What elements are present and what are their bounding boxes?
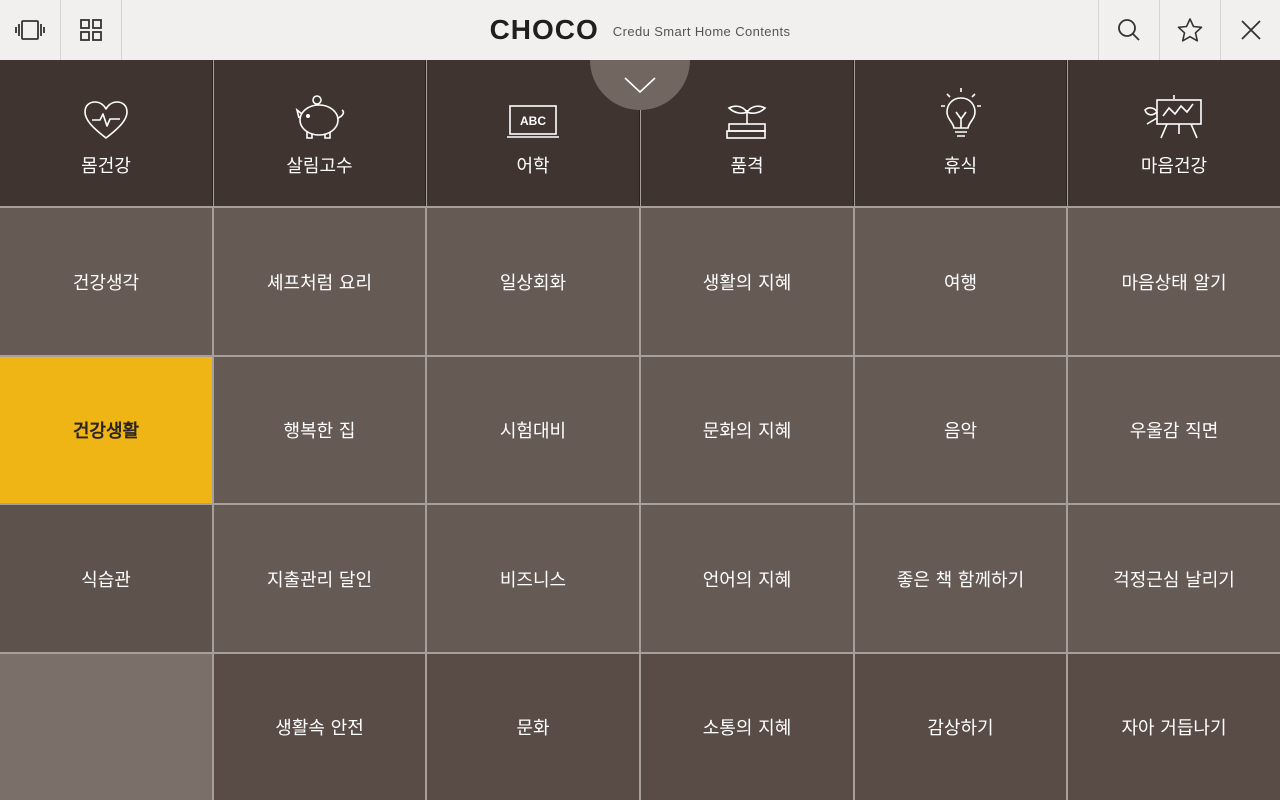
category-housekeeping[interactable]: 살림고수 <box>214 60 425 206</box>
grid-divider <box>425 60 426 206</box>
menu-cell[interactable]: 여행 <box>855 208 1066 355</box>
easel-icon <box>1144 95 1202 139</box>
menu-cell[interactable]: 식습관 <box>0 505 212 652</box>
category-label: 휴식 <box>943 156 978 177</box>
menu-cell[interactable]: 우울감 직면 <box>1068 357 1280 503</box>
close-button[interactable] <box>1220 0 1280 60</box>
piggy-bank-icon <box>295 95 344 139</box>
menu-cell[interactable]: 소통의 지혜 <box>641 654 853 800</box>
svg-text:ABC: ABC <box>520 114 546 128</box>
menu-cell[interactable]: 언어의 지혜 <box>641 505 853 652</box>
collapse-toggle[interactable] <box>540 60 740 110</box>
menu-cell[interactable]: 마음상태 알기 <box>1068 208 1280 355</box>
menu-cell-selected[interactable]: 건강생활 <box>0 357 212 503</box>
search-icon <box>1118 19 1140 41</box>
menu-cell[interactable]: 건강생각 <box>0 208 212 355</box>
grid-divider <box>0 503 1280 505</box>
close-icon <box>1241 20 1261 40</box>
grid-view-icon <box>80 19 102 41</box>
menu-cell[interactable]: 행복한 집 <box>214 357 425 503</box>
chevron-down-icon <box>624 77 656 94</box>
lightbulb-icon <box>940 88 981 137</box>
cards-view-button[interactable] <box>0 0 61 60</box>
brand: CHOCO Credu Smart Home Contents <box>0 0 1280 60</box>
menu-cell[interactable]: 일상회화 <box>427 208 639 355</box>
top-bar: CHOCO Credu Smart Home Contents <box>0 0 1280 60</box>
grid-view-button[interactable] <box>61 0 122 60</box>
menu-cell[interactable]: 지출관리 달인 <box>214 505 425 652</box>
category-body-health[interactable]: 몸건강 <box>0 60 212 206</box>
menu-cell[interactable]: 좋은 책 함께하기 <box>855 505 1066 652</box>
category-label: 품격 <box>730 156 764 177</box>
menu-cell[interactable]: 음악 <box>855 357 1066 503</box>
grid-divider <box>0 355 1280 357</box>
menu-cell[interactable]: 생활의 지혜 <box>641 208 853 355</box>
star-icon <box>1177 18 1203 42</box>
favorites-button[interactable] <box>1159 0 1220 60</box>
grid-divider <box>212 60 213 206</box>
content-grid: 몸건강 살림고수 ABC 어학 품격 휴식 마음건강 건강생각 셰프처럼 요리 … <box>0 60 1280 800</box>
menu-cell[interactable]: 자아 거듭나기 <box>1068 654 1280 800</box>
logo: CHOCO <box>489 14 599 45</box>
menu-cell[interactable]: 걱정근심 날리기 <box>1068 505 1280 652</box>
grid-divider <box>0 206 1280 208</box>
menu-cell[interactable]: 문화의 지혜 <box>641 357 853 503</box>
category-label: 살림고수 <box>286 156 353 177</box>
empty-cell <box>0 654 212 800</box>
search-button[interactable] <box>1098 0 1159 60</box>
category-label: 몸건강 <box>81 156 131 177</box>
collapse-toggle-circle[interactable] <box>590 60 690 110</box>
tagline: Credu Smart Home Contents <box>612 23 791 39</box>
menu-cell[interactable]: 감상하기 <box>855 654 1066 800</box>
menu-cell[interactable]: 생활속 안전 <box>214 654 425 800</box>
category-label: 마음건강 <box>1140 156 1208 177</box>
grid-divider <box>1066 60 1067 206</box>
menu-cell[interactable]: 문화 <box>427 654 639 800</box>
cards-view-icon <box>15 20 45 40</box>
menu-cell[interactable]: 시험대비 <box>427 357 639 503</box>
heart-pulse-icon <box>84 101 128 139</box>
grid-divider <box>0 652 1280 654</box>
grid-divider <box>853 60 854 206</box>
menu-cell[interactable]: 비즈니스 <box>427 505 639 652</box>
category-mind-health[interactable]: 마음건강 <box>1068 60 1280 206</box>
menu-cell[interactable]: 셰프처럼 요리 <box>214 208 425 355</box>
category-rest[interactable]: 휴식 <box>855 60 1066 206</box>
category-label: 어학 <box>516 156 550 177</box>
